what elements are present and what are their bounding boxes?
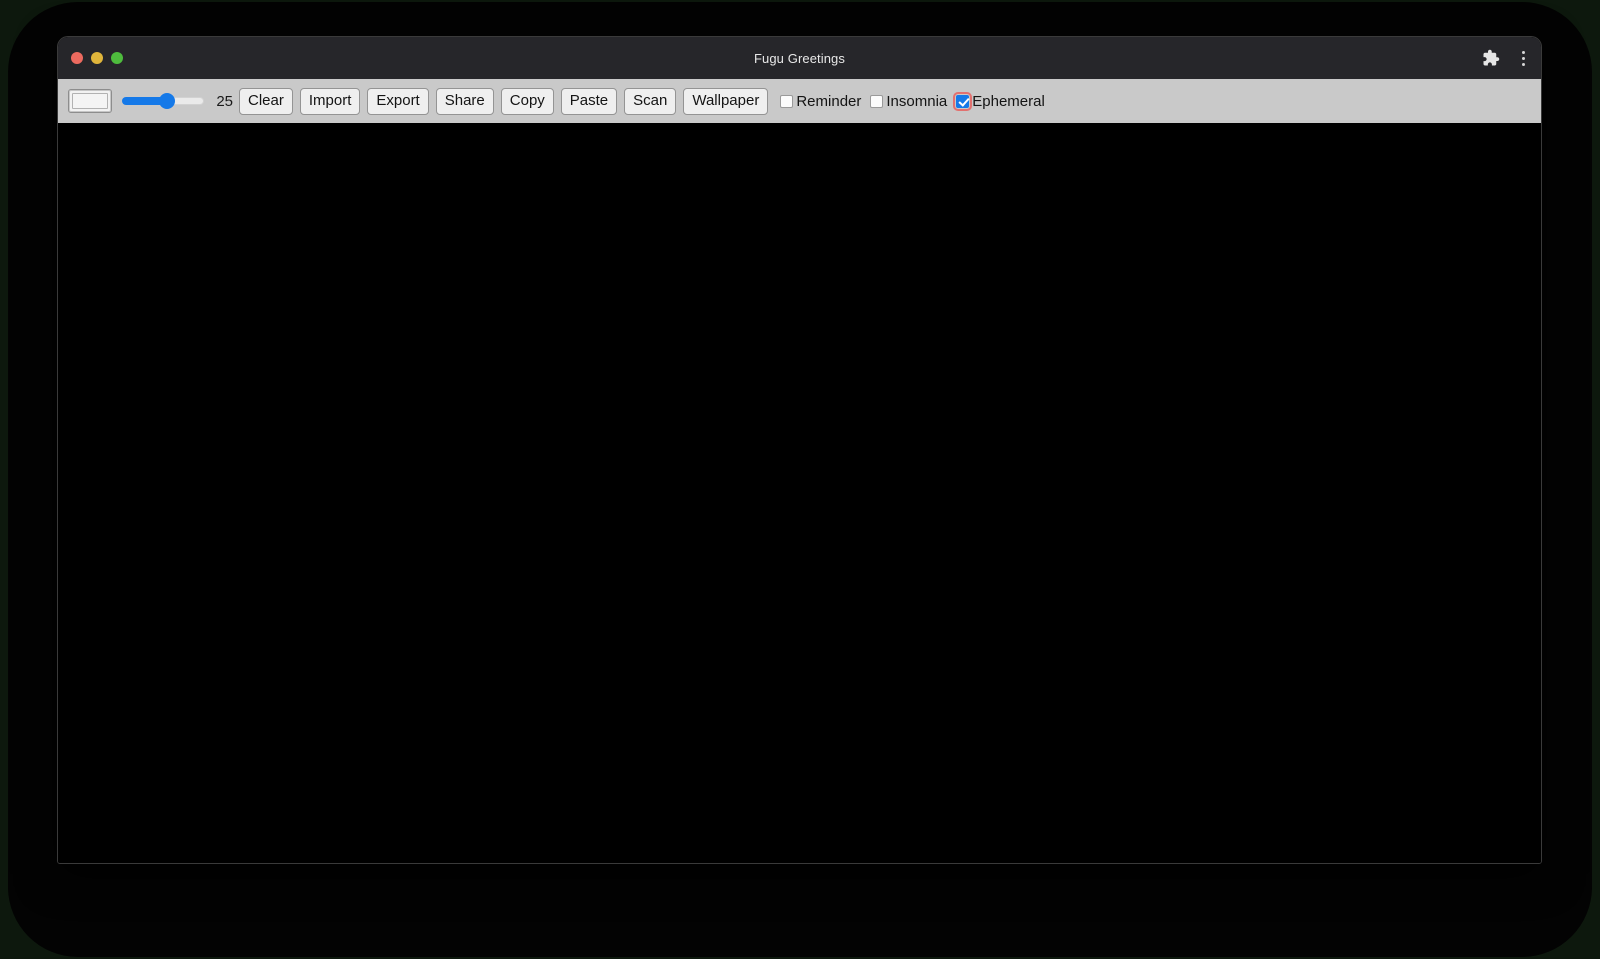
menu-dot xyxy=(1522,50,1525,54)
wallpaper-button[interactable]: Wallpaper xyxy=(683,87,769,115)
insomnia-checkbox[interactable] xyxy=(870,94,884,108)
titlebar-actions xyxy=(1482,37,1529,79)
reminder-checkbox-label: Reminder xyxy=(796,92,862,110)
ephemeral-checkbox-label: Ephemeral xyxy=(972,92,1045,110)
copy-button[interactable]: Copy xyxy=(500,87,554,115)
menu-dot xyxy=(1522,56,1525,60)
reminder-checkbox[interactable] xyxy=(780,94,794,108)
reminder-checkbox-group[interactable]: Reminder xyxy=(777,93,865,110)
line-width-value: 25 xyxy=(216,92,233,110)
title-bar[interactable]: Fugu Greetings xyxy=(58,37,1541,79)
slider-thumb[interactable] xyxy=(159,93,175,109)
menu-dot xyxy=(1522,62,1525,66)
close-window-button[interactable] xyxy=(71,52,83,64)
maximize-window-button[interactable] xyxy=(111,52,123,64)
drawing-canvas[interactable] xyxy=(58,123,1541,863)
minimize-window-button[interactable] xyxy=(91,52,103,64)
clear-button[interactable]: Clear xyxy=(239,87,293,115)
app-toolbar: 25 Clear Import Export Share Copy Paste … xyxy=(58,79,1541,123)
insomnia-checkbox-label: Insomnia xyxy=(886,92,948,110)
ephemeral-checkbox-group[interactable]: Ephemeral xyxy=(953,91,1049,111)
share-button[interactable]: Share xyxy=(435,87,494,115)
insomnia-checkbox-group[interactable]: Insomnia xyxy=(867,93,951,110)
browser-menu-icon[interactable] xyxy=(1518,49,1529,68)
browser-window: Fugu Greetings 25 Clear Import Export Sh… xyxy=(57,36,1542,864)
color-swatch-preview xyxy=(72,93,108,109)
traffic-light-buttons xyxy=(71,37,123,79)
extensions-puzzle-icon[interactable] xyxy=(1482,49,1500,67)
window-title: Fugu Greetings xyxy=(753,50,845,66)
line-width-slider[interactable] xyxy=(122,92,204,110)
import-button[interactable]: Import xyxy=(299,87,361,115)
ephemeral-checkbox[interactable] xyxy=(953,91,973,111)
paste-button[interactable]: Paste xyxy=(560,87,618,115)
export-button[interactable]: Export xyxy=(367,87,429,115)
scan-button[interactable]: Scan xyxy=(624,87,677,115)
color-picker-input[interactable] xyxy=(68,89,112,113)
